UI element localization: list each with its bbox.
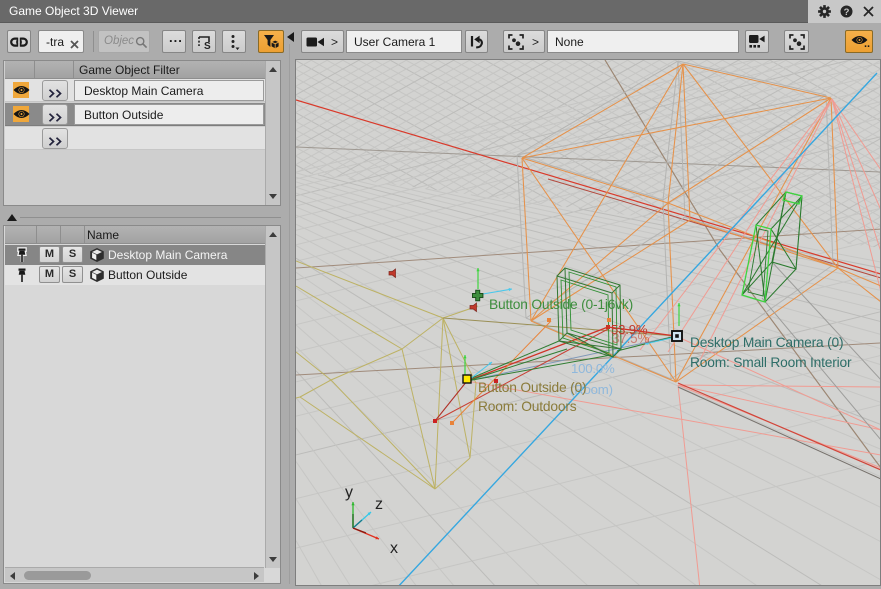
svg-text:?: ? [844,7,850,18]
svg-text:x: x [390,540,398,557]
svg-text:Room: Small Room Interior: Room: Small Room Interior [690,355,852,370]
svg-text:z: z [375,496,383,513]
svg-text:Button Outside (0): Button Outside (0) [478,380,586,395]
svg-text:100.0%: 100.0% [571,361,615,376]
svg-text:y: y [345,484,353,501]
svg-text:Desktop Main Camera (0): Desktop Main Camera (0) [690,335,843,350]
svg-text:37.5%: 37.5% [612,331,649,346]
svg-text:S: S [204,41,211,50]
svg-text:Button Outside (0-1j6vk): Button Outside (0-1j6vk) [489,297,633,312]
svg-text:Room: Outdoors: Room: Outdoors [478,399,577,414]
